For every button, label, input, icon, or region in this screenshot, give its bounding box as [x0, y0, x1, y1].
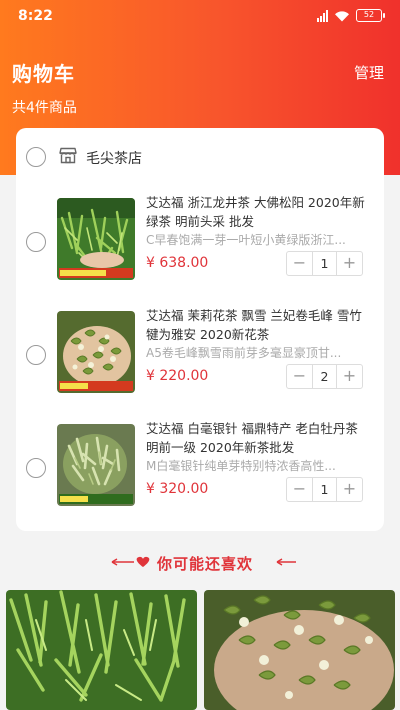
recommend-product-image[interactable] — [204, 590, 395, 710]
shop-select-checkbox[interactable] — [26, 147, 46, 167]
wifi-icon — [335, 10, 349, 21]
status-time: 8:22 — [18, 8, 53, 24]
product-image[interactable] — [57, 424, 135, 506]
signal-icon — [317, 9, 328, 22]
product-name[interactable]: 艾达福 茉莉花茶 飘雪 兰妃卷毛峰 雪竹 犍为雅安 2020新花茶 — [146, 306, 371, 344]
item-select-checkbox[interactable] — [26, 232, 46, 252]
store-icon — [59, 147, 77, 164]
quantity-stepper: − 1 + — [286, 477, 363, 502]
recommend-product-image[interactable] — [6, 590, 197, 710]
item-count: 共4件商品 — [12, 100, 77, 116]
quantity-value[interactable]: 1 — [312, 478, 337, 501]
cart-item: 艾达福 浙江龙井茶 大佛松阳 2020年新绿茶 明前头采 批发 C早春饱满一芽一… — [16, 186, 384, 296]
shop-name: 毛尖茶店 — [86, 151, 142, 167]
quantity-value[interactable]: 2 — [312, 365, 337, 388]
item-select-checkbox[interactable] — [26, 345, 46, 365]
increase-button[interactable]: + — [337, 252, 362, 275]
status-bar: 8:22 52 — [0, 0, 400, 34]
cart-item: 艾达福 白毫银针 福鼎特产 老白牡丹茶 明前一级 2020年新茶批发 M白毫银针… — [16, 412, 384, 522]
product-image[interactable] — [57, 311, 135, 393]
product-name[interactable]: 艾达福 浙江龙井茶 大佛松阳 2020年新绿茶 明前头采 批发 — [146, 193, 371, 231]
decrease-button[interactable]: − — [287, 365, 312, 388]
recommend-heading: 你可能还喜欢 — [0, 550, 400, 576]
manage-button[interactable]: 管理 — [354, 62, 384, 83]
product-spec[interactable]: C早春饱满一芽一叶短小黄绿版浙江... — [146, 231, 371, 248]
increase-button[interactable]: + — [337, 478, 362, 501]
cart-item: 艾达福 茉莉花茶 飘雪 兰妃卷毛峰 雪竹 犍为雅安 2020新花茶 A5卷毛峰飘… — [16, 299, 384, 409]
quantity-stepper: − 2 + — [286, 364, 363, 389]
item-select-checkbox[interactable] — [26, 458, 46, 478]
product-image[interactable] — [57, 198, 135, 280]
decrease-button[interactable]: − — [287, 478, 312, 501]
shop-row: 毛尖茶店 — [16, 128, 384, 180]
status-icons: 52 — [317, 9, 385, 22]
quantity-value[interactable]: 1 — [312, 252, 337, 275]
page-title: 购物车 — [12, 62, 75, 86]
product-name[interactable]: 艾达福 白毫银针 福鼎特产 老白牡丹茶 明前一级 2020年新茶批发 — [146, 419, 371, 457]
product-price: ¥ 638.00 — [146, 255, 209, 271]
decrease-button[interactable]: − — [287, 252, 312, 275]
product-price: ¥ 220.00 — [146, 368, 209, 384]
recommend-title: 你可能还喜欢 — [157, 555, 254, 573]
battery-level: 52 — [363, 10, 375, 19]
product-spec[interactable]: M白毫银针纯单芽特别特浓香高性... — [146, 457, 371, 474]
heart-icon — [111, 556, 150, 567]
quantity-stepper: − 1 + — [286, 251, 363, 276]
increase-button[interactable]: + — [337, 365, 362, 388]
cart-card: 毛尖茶店 艾达福 浙江龙井茶 大佛松阳 2020年新绿茶 明前头采 批发 C早春… — [16, 128, 384, 531]
product-spec[interactable]: A5卷毛峰飘雪雨前芽多毫显豪顶甘... — [146, 344, 371, 361]
battery-icon: 52 — [356, 9, 385, 22]
product-price: ¥ 320.00 — [146, 481, 209, 497]
arrow-decoration-icon — [276, 558, 296, 566]
